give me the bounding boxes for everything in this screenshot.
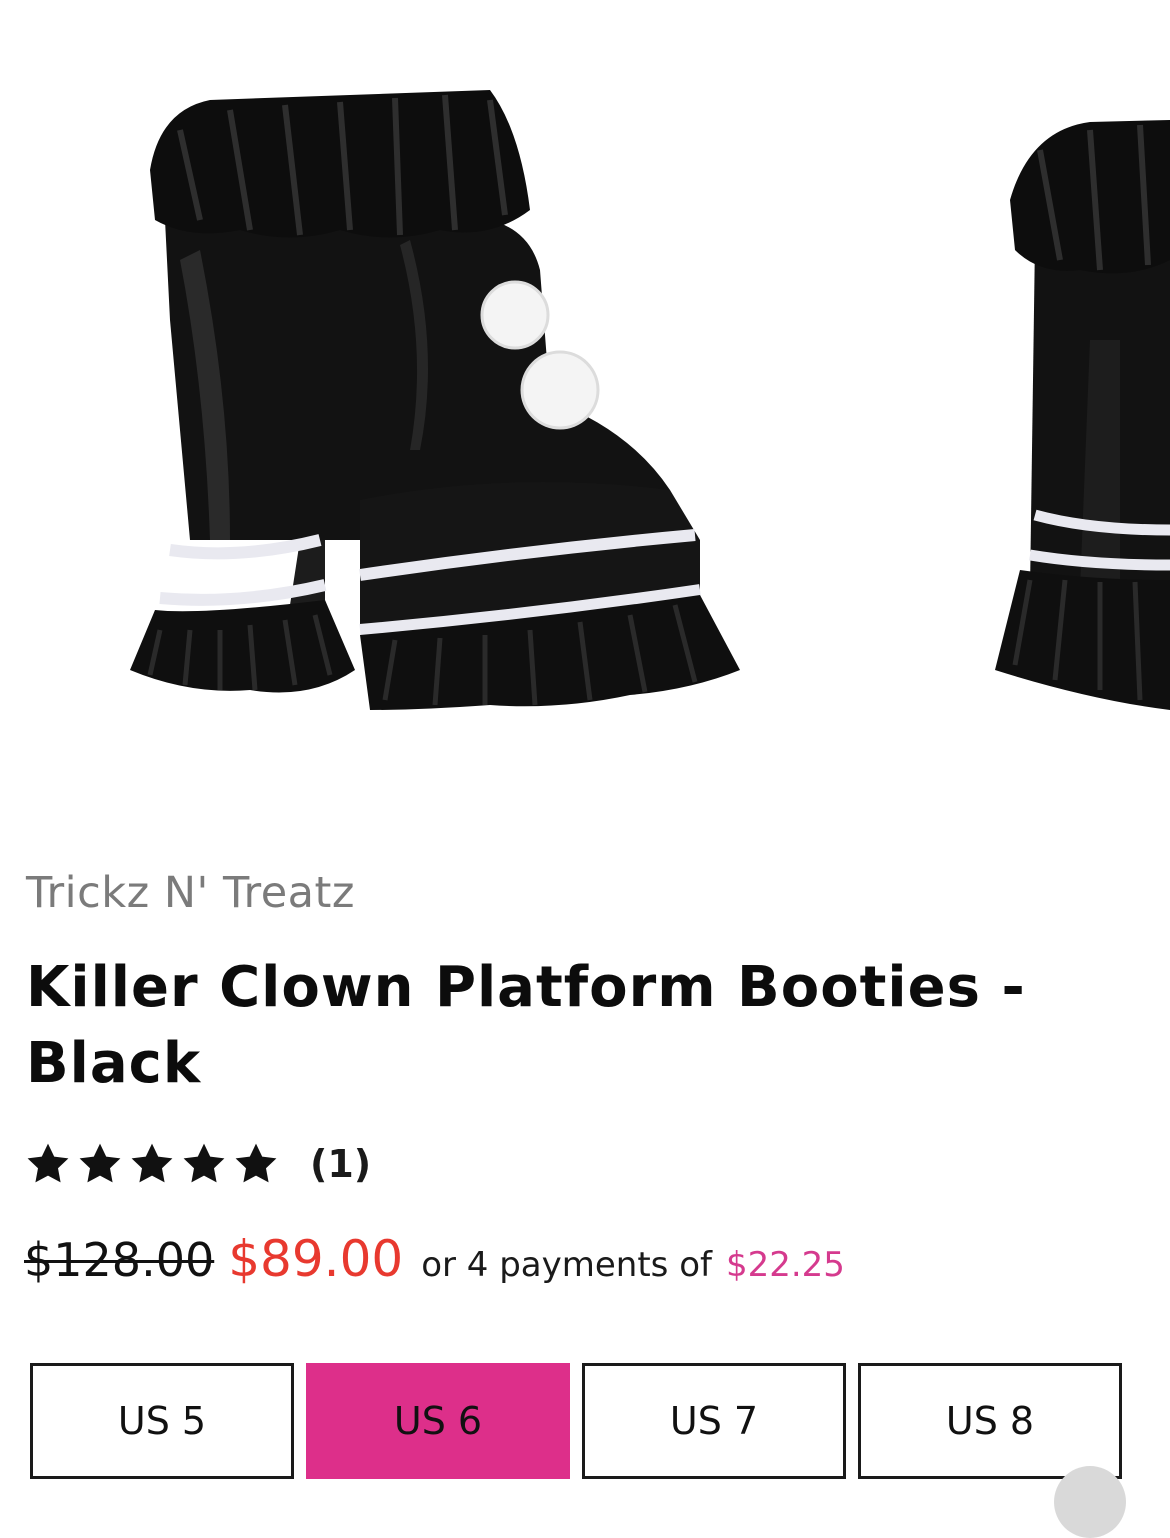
installment-amount[interactable]: $22.25 [726,1245,845,1285]
original-price: $128.00 [24,1233,215,1287]
product-rating[interactable]: (1) [24,1136,371,1192]
star-filled-icon [131,1143,173,1183]
size-selector: US 5 US 6 US 7 US 8 [30,1363,1122,1479]
product-image-main[interactable] [110,70,870,790]
size-option-us-6[interactable]: US 6 [306,1363,570,1479]
brand-name[interactable]: Trickz N' Treatz [26,868,355,918]
product-image-gallery[interactable] [0,0,1170,820]
size-option-us-7[interactable]: US 7 [582,1363,846,1479]
size-option-us-5[interactable]: US 5 [30,1363,294,1479]
sale-price: $89.00 [228,1230,404,1288]
floating-action-button[interactable] [1054,1466,1126,1538]
star-filled-icon [27,1143,69,1183]
rating-stars [24,1140,280,1188]
size-option-us-8[interactable]: US 8 [858,1363,1122,1479]
price-row: $128.00 $89.00 or 4 payments of $22.25 [24,1230,845,1300]
star-filled-icon [79,1143,121,1183]
star-filled-icon [183,1143,225,1183]
review-count[interactable]: (1) [310,1142,371,1186]
product-image-next[interactable] [990,110,1170,730]
installment-text: or 4 payments of [421,1245,712,1285]
star-filled-icon [235,1143,277,1183]
product-title: Killer Clown Platform Booties - Black [26,955,1026,1096]
